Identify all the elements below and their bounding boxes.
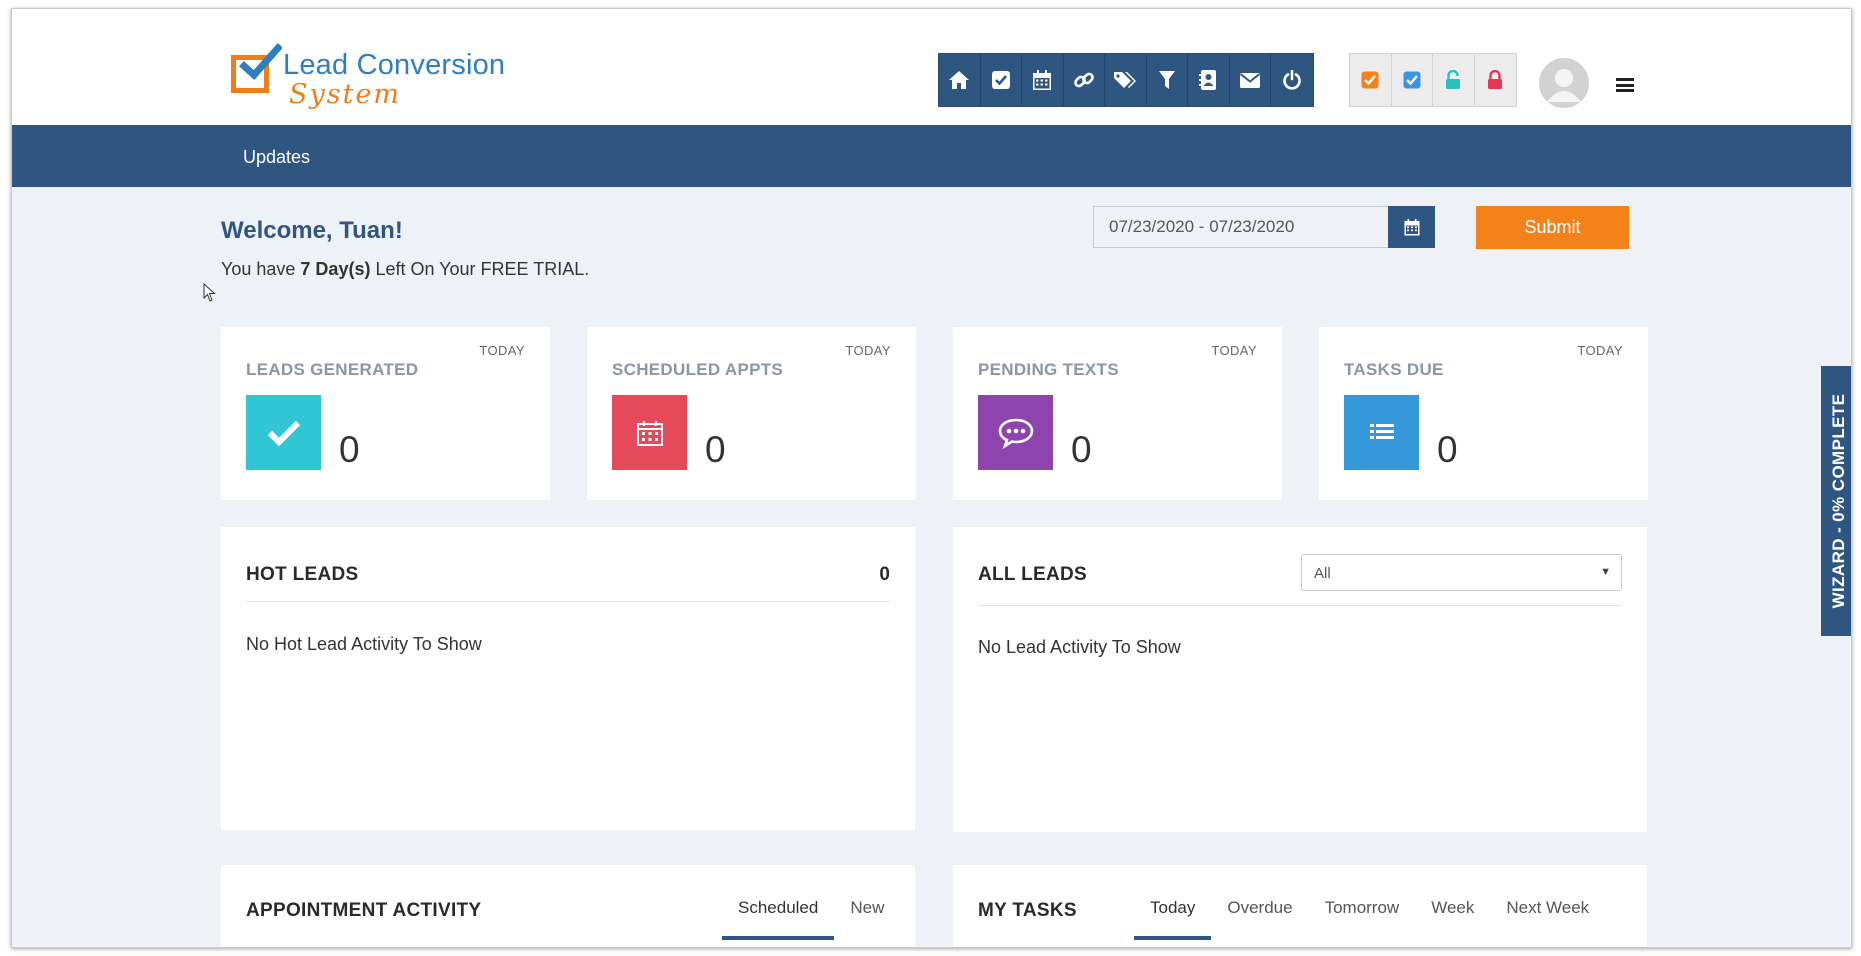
status-toolbar xyxy=(1349,53,1517,107)
stat-value: 0 xyxy=(339,429,360,470)
filter-icon[interactable] xyxy=(1146,54,1188,106)
trial-notice: You have 7 Day(s) Left On Your FREE TRIA… xyxy=(221,259,589,280)
tab-next-week[interactable]: Next Week xyxy=(1490,895,1605,940)
all-leads-empty-message: No Lead Activity To Show xyxy=(978,637,1181,657)
appointment-activity-panel: APPOINTMENT ACTIVITY Scheduled New xyxy=(221,865,915,947)
tags-icon[interactable] xyxy=(1105,54,1147,106)
trial-suffix: Left On Your FREE TRIAL. xyxy=(370,259,590,279)
wizard-progress-tab[interactable]: WIZARD - 0% COMPLETE xyxy=(1821,366,1851,636)
tab-week[interactable]: Week xyxy=(1415,895,1490,940)
envelope-icon[interactable] xyxy=(1229,54,1271,106)
calendar-icon xyxy=(1404,218,1419,235)
nav-item-updates[interactable]: Updates xyxy=(243,147,310,168)
user-avatar[interactable] xyxy=(1539,58,1589,108)
trial-days: 7 Day(s) xyxy=(300,259,371,279)
power-icon[interactable] xyxy=(1271,54,1313,106)
hot-leads-panel: HOT LEADS 0 No Hot Lead Activity To Show xyxy=(221,527,915,830)
tab-overdue[interactable]: Overdue xyxy=(1211,895,1308,940)
check-square-icon[interactable] xyxy=(980,54,1022,106)
stat-label: SCHEDULED APPTS xyxy=(612,360,784,379)
teal-lock-icon[interactable] xyxy=(1433,54,1475,106)
hamburger-menu-icon[interactable] xyxy=(1616,78,1634,92)
app-window: Lead Conversion System Updates Welcome, … xyxy=(11,8,1852,948)
divider xyxy=(246,601,890,602)
main-toolbar xyxy=(938,53,1314,107)
home-icon[interactable] xyxy=(939,54,981,106)
divider xyxy=(978,605,1622,606)
logo-subtitle: System xyxy=(289,79,402,110)
list-icon xyxy=(1344,395,1419,470)
stat-card-pending-texts: TODAY PENDING TEXTS 0 xyxy=(953,327,1282,500)
appointment-activity-title: APPOINTMENT ACTIVITY xyxy=(246,900,482,921)
wizard-label: WIZARD - 0% COMPLETE xyxy=(1829,393,1848,609)
orange-checkbox-icon[interactable] xyxy=(1350,54,1392,106)
all-leads-title: ALL LEADS xyxy=(978,564,1087,585)
tab-today[interactable]: Today xyxy=(1134,895,1212,940)
hot-leads-title: HOT LEADS xyxy=(246,564,359,585)
tab-scheduled[interactable]: Scheduled xyxy=(722,895,835,940)
stat-period: TODAY xyxy=(1211,343,1257,358)
stat-period: TODAY xyxy=(479,343,525,358)
stat-card-leads-generated: TODAY LEADS GENERATED 0 xyxy=(221,327,550,500)
checkmark-icon xyxy=(246,395,321,470)
nav-bar: Updates xyxy=(12,125,1851,187)
stat-value: 0 xyxy=(705,429,726,470)
stat-label: PENDING TEXTS xyxy=(978,360,1119,379)
stat-card-scheduled-appts: TODAY SCHEDULED APPTS 0 xyxy=(587,327,916,500)
mouse-cursor-icon xyxy=(203,282,217,308)
chat-bubble-icon xyxy=(978,395,1053,470)
contact-book-icon[interactable] xyxy=(1188,54,1230,106)
top-header: Lead Conversion System xyxy=(12,9,1851,125)
all-leads-filter-select[interactable]: All ▼ xyxy=(1301,554,1622,591)
trial-prefix: You have xyxy=(221,259,301,279)
date-picker-button[interactable] xyxy=(1388,206,1435,248)
stat-value: 0 xyxy=(1437,429,1458,470)
link-icon[interactable] xyxy=(1063,54,1105,106)
hot-leads-count: 0 xyxy=(879,564,890,585)
calendar-icon[interactable] xyxy=(1022,54,1064,106)
my-tasks-tabs: Today Overdue Tomorrow Week Next Week xyxy=(1134,895,1605,940)
tab-new[interactable]: New xyxy=(834,895,900,940)
stat-value: 0 xyxy=(1071,429,1092,470)
caret-down-icon: ▼ xyxy=(1600,566,1611,578)
stat-label: TASKS DUE xyxy=(1344,360,1444,379)
logo-title: Lead Conversion xyxy=(283,49,506,81)
my-tasks-title: MY TASKS xyxy=(978,900,1077,921)
hot-leads-empty-message: No Hot Lead Activity To Show xyxy=(246,634,482,654)
logo-check-icon xyxy=(231,43,282,93)
stat-label: LEADS GENERATED xyxy=(246,360,419,379)
appointment-tabs: Scheduled New xyxy=(722,895,900,940)
tab-tomorrow[interactable]: Tomorrow xyxy=(1309,895,1416,940)
stat-period: TODAY xyxy=(845,343,891,358)
calendar-icon xyxy=(612,395,687,470)
red-lock-icon[interactable] xyxy=(1475,54,1517,106)
all-leads-panel: ALL LEADS All ▼ No Lead Activity To Show xyxy=(953,527,1647,832)
submit-button[interactable]: Submit xyxy=(1476,206,1629,249)
date-range-input[interactable] xyxy=(1093,206,1389,248)
brand-logo[interactable]: Lead Conversion System xyxy=(231,43,531,115)
select-value: All xyxy=(1314,565,1331,582)
my-tasks-panel: MY TASKS Today Overdue Tomorrow Week Nex… xyxy=(953,865,1647,947)
stat-period: TODAY xyxy=(1577,343,1623,358)
stat-card-tasks-due: TODAY TASKS DUE 0 xyxy=(1319,327,1648,500)
blue-checkbox-icon[interactable] xyxy=(1392,54,1433,106)
welcome-heading: Welcome, Tuan! xyxy=(221,217,403,244)
